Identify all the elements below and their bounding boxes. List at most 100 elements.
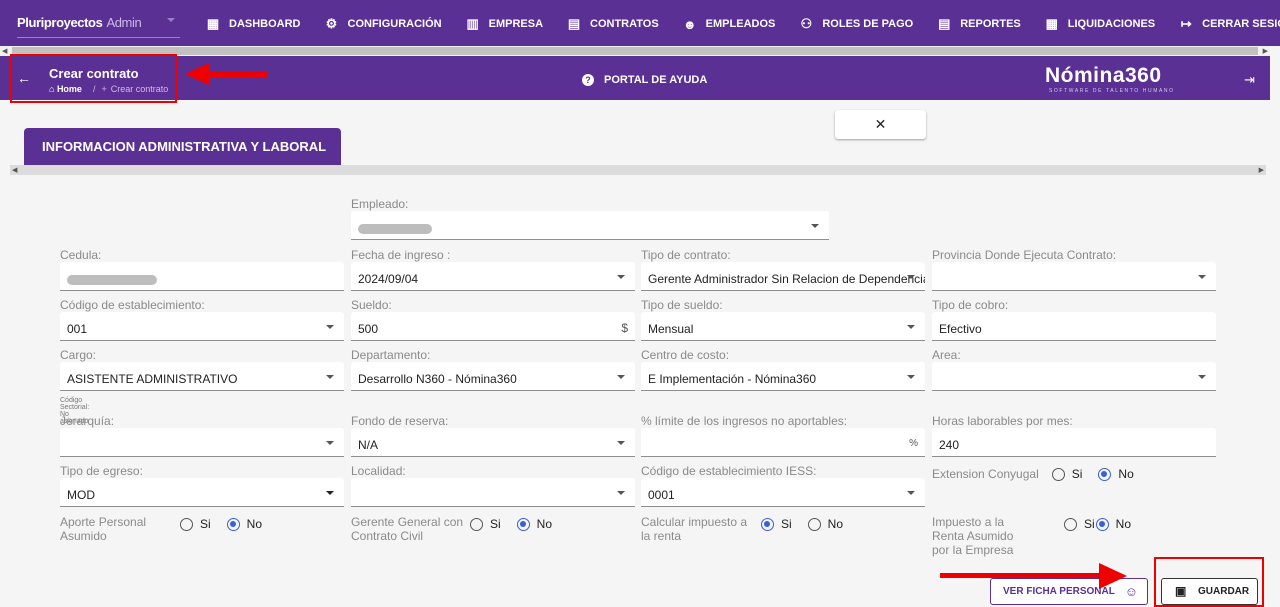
horizontal-scrollbar-form[interactable]: ◀ ▶ xyxy=(10,165,1266,175)
cargo-select[interactable]: ASISTENTE ADMINISTRATIVO xyxy=(60,362,344,391)
impuesto-asumido-label: Impuesto a la Renta Asumido por la Empre… xyxy=(932,515,1014,557)
fecha-ingreso-select[interactable]: 2024/09/04 xyxy=(351,262,635,291)
localidad-label: Localidad: xyxy=(351,464,406,478)
tipo-egreso-select[interactable]: MOD xyxy=(60,478,344,507)
empleado-select[interactable] xyxy=(351,211,829,240)
fondo-reserva-select[interactable]: N/A xyxy=(351,428,635,457)
chevron-down-icon[interactable] xyxy=(167,18,175,22)
gerente-general-group: Si No xyxy=(470,517,552,531)
provincia-select[interactable] xyxy=(932,262,1216,291)
fondo-reserva-label: Fondo de reserva: xyxy=(351,414,449,428)
redacted-value xyxy=(358,223,432,234)
radio-si-label: Si xyxy=(1084,517,1095,531)
chevron-down-icon xyxy=(617,375,625,379)
tipo-sueldo-select[interactable]: Mensual xyxy=(641,312,925,341)
chevron-down-icon xyxy=(1198,275,1206,279)
group-icon: ⚇ xyxy=(800,16,813,31)
impuesto-renta-group: Si No xyxy=(761,517,843,531)
nav-item-empleados[interactable]: ☻ EMPLEADOS xyxy=(683,17,776,32)
codigo-iess-select[interactable]: 0001 xyxy=(641,478,925,507)
limite-ingresos-input[interactable]: % xyxy=(641,428,925,457)
centro-costo-select[interactable]: E Implementación - Nómina360 xyxy=(641,362,925,391)
logo-tagline: SOFTWARE DE TALENTO HUMANO xyxy=(1049,88,1175,94)
company-selector[interactable]: Pluriproyectos Admin xyxy=(17,15,142,30)
nav-item-cerrar-sesi-n[interactable]: ↦ CERRAR SESIÓN xyxy=(1179,16,1280,32)
horizontal-scrollbar-top[interactable]: ◀ ▶ xyxy=(0,46,1270,56)
nav-item-roles-de-pago[interactable]: ⚇ ROLES DE PAGO xyxy=(799,16,914,32)
radio-no[interactable] xyxy=(226,517,240,531)
chevron-down-icon xyxy=(907,375,915,379)
departamento-value: Desarrollo N360 - Nómina360 xyxy=(358,372,517,386)
horas-laborables-input[interactable]: 240 xyxy=(932,428,1216,457)
radio-no-label: No xyxy=(536,517,553,531)
tipo-egreso-label: Tipo de egreso: xyxy=(60,464,143,478)
top-navbar: Pluriproyectos Admin ▦ DASHBOARD ⚙ CONFIGURA… xyxy=(0,0,1280,46)
clear-employee-button[interactable]: ✕ xyxy=(835,110,926,139)
area-select[interactable] xyxy=(932,362,1216,391)
nav-item-reportes[interactable]: ▤ REPORTES xyxy=(937,16,1021,32)
scroll-right-icon[interactable]: ▶ xyxy=(1263,47,1268,55)
cargo-label: Cargo: xyxy=(60,348,97,362)
departamento-label: Departamento: xyxy=(351,348,431,362)
scroll-left-icon[interactable]: ◀ xyxy=(12,166,17,174)
radio-no[interactable] xyxy=(516,517,530,531)
help-icon: ? xyxy=(582,74,594,86)
scroll-left-icon[interactable]: ◀ xyxy=(2,47,7,55)
codigo-iess-value: 0001 xyxy=(648,488,675,502)
cargo-value: ASISTENTE ADMINISTRATIVO xyxy=(67,372,238,386)
chevron-down-icon xyxy=(617,491,625,495)
help-portal-link[interactable]: ? PORTAL DE AYUDA xyxy=(582,74,707,86)
radio-no-label: No xyxy=(1118,467,1134,481)
localidad-select[interactable] xyxy=(351,478,635,507)
tipo-contrato-select[interactable]: Gerente Administrador Sin Relacion de De… xyxy=(641,262,925,291)
aporte-personal-label: Aporte Personal Asumido xyxy=(60,515,147,543)
exit-icon[interactable]: ⇥ xyxy=(1244,72,1255,88)
nav-item-configuraci-n[interactable]: ⚙ CONFIGURACIÓN xyxy=(325,16,442,32)
redacted-value xyxy=(67,274,157,285)
cedula-field[interactable] xyxy=(60,262,344,291)
jerarquia-select[interactable] xyxy=(60,428,344,457)
radio-si[interactable] xyxy=(761,517,774,531)
radio-no[interactable] xyxy=(807,517,821,531)
nav-label: LIQUIDACIONES xyxy=(1067,18,1156,30)
extension-conyugal-group: Extension Conyugal Si No xyxy=(932,467,1134,481)
nav-item-empresa[interactable]: ▥ EMPRESA xyxy=(466,16,543,32)
radio-si[interactable] xyxy=(1064,517,1077,531)
horas-laborables-value: 240 xyxy=(939,438,960,452)
currency-suffix: $ xyxy=(621,321,628,335)
chevron-down-icon xyxy=(617,441,625,445)
sueldo-input[interactable]: 500 $ xyxy=(351,312,635,341)
radio-no[interactable] xyxy=(1095,517,1109,531)
nav-item-dashboard[interactable]: ▦ DASHBOARD xyxy=(206,16,301,32)
tab-informacion-administrativa[interactable]: INFORMACION ADMINISTRATIVA Y LABORAL xyxy=(24,128,341,165)
nav-label: EMPRESA xyxy=(488,18,544,30)
tipo-cobro-field[interactable]: Efectivo xyxy=(932,312,1216,341)
chevron-down-icon xyxy=(326,375,334,379)
tipo-cobro-value: Efectivo xyxy=(939,322,982,336)
annotation-box-save xyxy=(1154,557,1264,607)
radio-si-label: Si xyxy=(781,517,792,531)
provincia-label: Provincia Donde Ejecuta Contrato: xyxy=(932,248,1117,262)
radio-no[interactable] xyxy=(1098,467,1112,481)
tipo-sueldo-label: Tipo de sueldo: xyxy=(641,298,723,312)
chevron-down-icon xyxy=(907,325,915,329)
sueldo-value: 500 xyxy=(358,322,379,336)
scrollbar-thumb[interactable] xyxy=(12,47,1258,55)
radio-si-label: Si xyxy=(490,517,501,531)
chevron-down-icon xyxy=(1198,375,1206,379)
fondo-reserva-value: N/A xyxy=(358,438,379,452)
nav-item-liquidaciones[interactable]: ▦ LIQUIDACIONES xyxy=(1045,16,1156,32)
codigo-establecimiento-select[interactable]: 001 xyxy=(60,312,344,341)
annotation-arrow-shaft xyxy=(205,72,268,77)
departamento-select[interactable]: Desarrollo N360 - Nómina360 xyxy=(351,362,635,391)
empleado-label: Empleado: xyxy=(351,197,409,211)
horas-laborables-label: Horas laborables por mes: xyxy=(932,414,1073,428)
radio-si[interactable] xyxy=(180,517,193,531)
chevron-down-icon xyxy=(326,491,334,495)
nav-item-contratos[interactable]: ▤ CONTRATOS xyxy=(567,16,659,32)
annotation-box-title xyxy=(10,54,177,103)
radio-si[interactable] xyxy=(1051,467,1065,481)
scroll-right-icon[interactable]: ▶ xyxy=(1259,166,1264,174)
radio-si[interactable] xyxy=(470,517,483,531)
centro-costo-value: E Implementación - Nómina360 xyxy=(648,372,817,386)
